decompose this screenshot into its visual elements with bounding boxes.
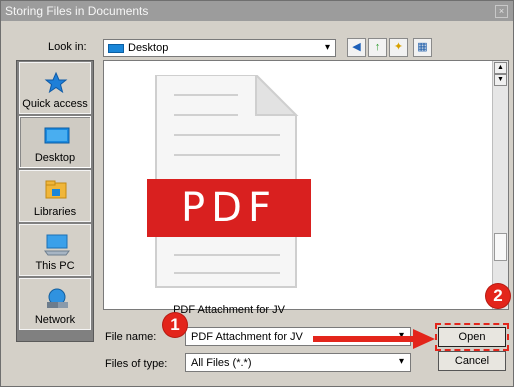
libraries-icon	[45, 180, 67, 199]
chevron-down-icon[interactable]: ▾	[399, 356, 404, 367]
step-1-badge: 1	[163, 313, 187, 337]
desktop-icon	[108, 44, 124, 53]
file-name-value: PDF Attachment for JV	[191, 331, 303, 343]
network-icon	[47, 288, 68, 308]
file-type-label: Files of type:	[105, 358, 168, 370]
back-icon[interactable]: ◀	[347, 38, 366, 57]
place-label: Desktop	[34, 152, 76, 164]
pdf-banner-text: PDF	[181, 185, 277, 231]
title-bar: Storing Files in Documents ×	[1, 1, 513, 21]
close-icon[interactable]: ×	[495, 5, 508, 18]
places-bar: Quick access Desktop Libraries This PC N…	[16, 60, 94, 342]
star-icon	[44, 71, 68, 94]
desktop-icon	[44, 127, 70, 144]
place-label: This PC	[35, 260, 75, 272]
place-libraries[interactable]: Libraries	[19, 170, 91, 222]
file-name-label: File name:	[105, 331, 157, 343]
view-menu-icon[interactable]: ▦	[413, 38, 432, 57]
file-open-dialog: Storing Files in Documents × Look in: De…	[0, 0, 514, 387]
step-2-badge: 2	[486, 284, 510, 308]
cancel-button[interactable]: Cancel	[438, 351, 506, 371]
pdf-banner: PDF	[147, 179, 311, 237]
chevron-down-icon[interactable]: ▾	[325, 42, 330, 53]
up-folder-icon[interactable]: ↑	[368, 38, 387, 57]
arrow-icon	[313, 329, 435, 349]
scrollbar-thumb[interactable]	[494, 233, 507, 261]
new-folder-icon[interactable]: ✦	[389, 38, 408, 57]
place-label: Quick access	[22, 98, 88, 110]
scroll-up-icon[interactable]: ▲	[494, 62, 507, 74]
place-network[interactable]: Network	[19, 278, 91, 330]
look-in-value: Desktop	[128, 42, 169, 54]
vertical-scrollbar[interactable]: ▲ ▼	[492, 61, 508, 309]
open-button-highlight	[435, 323, 509, 351]
place-this-pc[interactable]: This PC	[19, 224, 91, 276]
look-in-label: Look in:	[48, 41, 87, 53]
file-type-value: All Files (*.*)	[191, 357, 252, 369]
place-quick-access[interactable]: Quick access	[19, 62, 91, 114]
place-label: Network	[34, 314, 76, 326]
look-in-combo[interactable]: Desktop ▾	[103, 39, 336, 57]
place-desktop[interactable]: Desktop	[19, 116, 91, 168]
computer-icon	[44, 234, 70, 256]
file-item[interactable]: PDF PDF Attachment for JV	[144, 75, 314, 316]
file-type-select[interactable]: All Files (*.*) ▾	[185, 353, 411, 372]
window-title: Storing Files in Documents	[5, 4, 149, 18]
file-list: PDF PDF Attachment for JV ▲ ▼	[103, 60, 509, 316]
place-label: Libraries	[33, 206, 77, 218]
scroll-down-icon[interactable]: ▼	[494, 74, 507, 86]
